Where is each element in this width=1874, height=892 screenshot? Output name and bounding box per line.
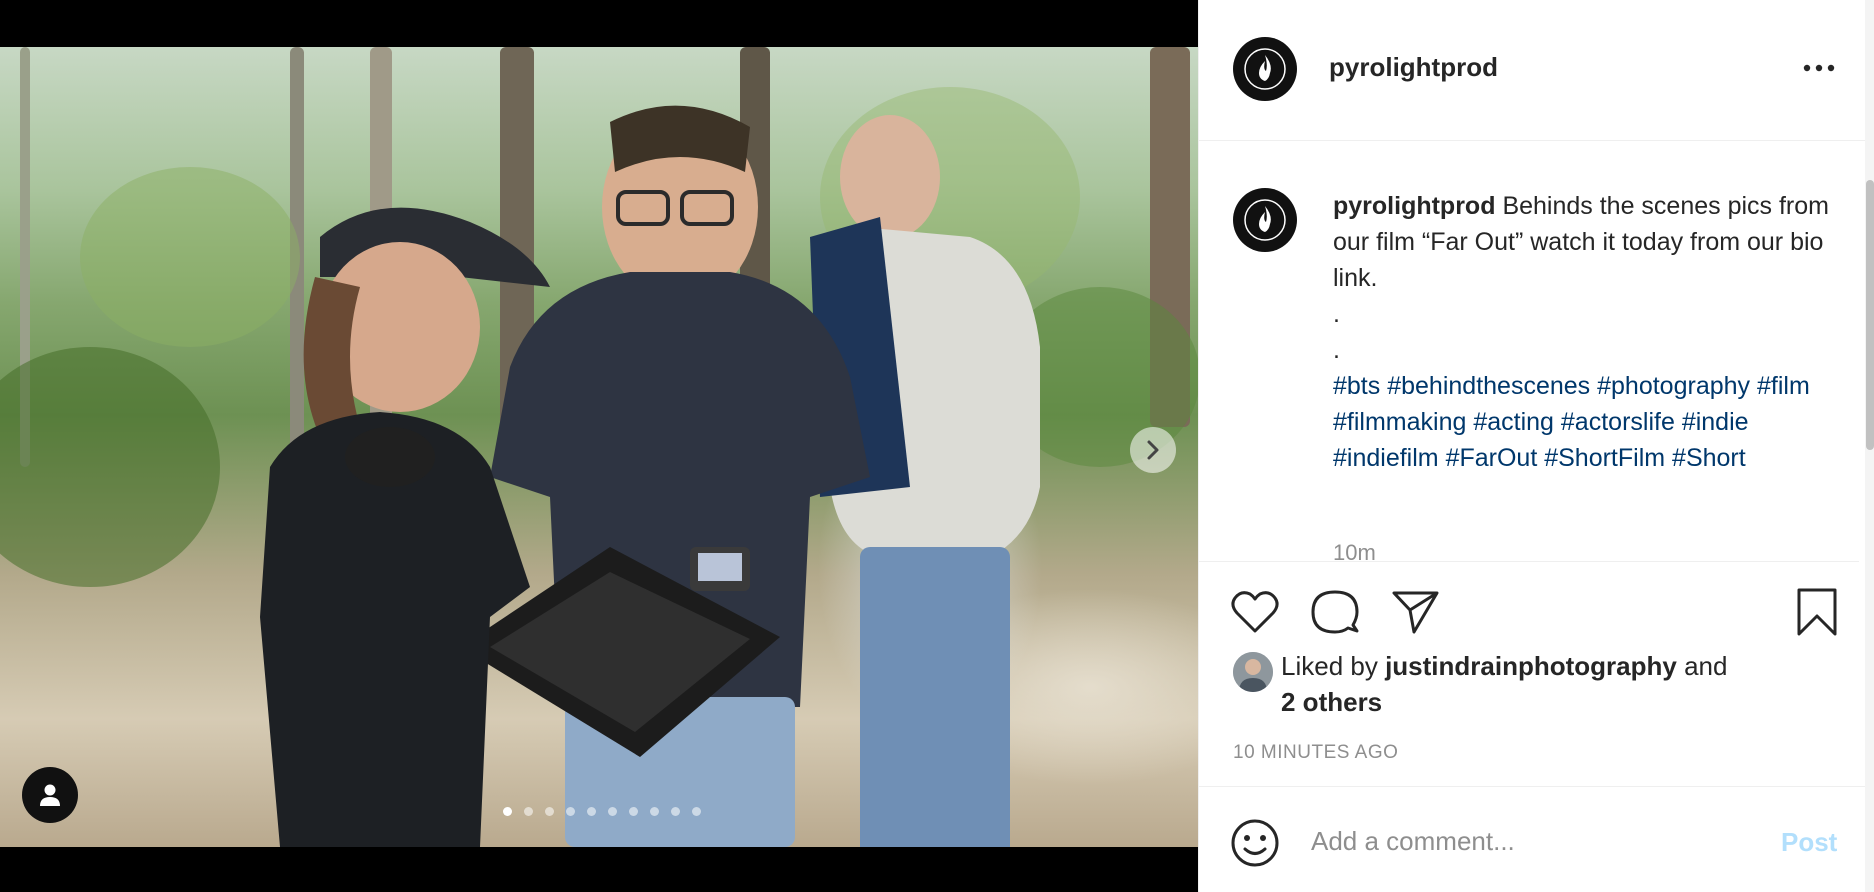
caption-text: pyrolightprod Behinds the scenes pics fr… — [1333, 188, 1833, 476]
flame-logo-icon — [1244, 48, 1286, 90]
more-options-button[interactable] — [1799, 52, 1839, 84]
carousel-dot — [671, 807, 680, 816]
caption-spacer-dot: . — [1333, 336, 1340, 364]
hashtag-link[interactable]: #indiefilm — [1333, 444, 1439, 472]
hashtag-link[interactable]: #indie — [1682, 408, 1749, 436]
hashtag-link[interactable]: #acting — [1473, 408, 1554, 436]
caption-avatar[interactable] — [1233, 188, 1297, 252]
save-button[interactable] — [1791, 586, 1843, 638]
hashtag-link[interactable]: #filmmaking — [1333, 408, 1466, 436]
carousel-dot — [608, 807, 617, 816]
caption-spacer-dot: . — [1333, 300, 1340, 328]
comment-icon — [1311, 590, 1359, 634]
likes-text: Liked by justindrainphotography and 2 ot… — [1281, 648, 1841, 720]
carousel-dot — [545, 807, 554, 816]
liker-avatar[interactable] — [1233, 652, 1273, 692]
caption-username[interactable]: pyrolightprod — [1333, 192, 1495, 220]
comment-form: Post — [1199, 786, 1865, 892]
hashtag-link[interactable]: #actorslife — [1561, 408, 1675, 436]
hashtag-link[interactable]: #FarOut — [1446, 444, 1538, 472]
hashtag-link[interactable]: #bts — [1333, 372, 1380, 400]
comment-input[interactable] — [1311, 819, 1751, 863]
likes-conjunction: and — [1684, 651, 1728, 681]
emoji-button[interactable] — [1229, 817, 1281, 869]
caption-section: pyrolightprod Behinds the scenes pics fr… — [1199, 142, 1859, 562]
chevron-right-icon — [1147, 440, 1159, 460]
carousel-dot — [524, 807, 533, 816]
hashtag-link[interactable]: #Short — [1672, 444, 1746, 472]
bookmark-icon — [1797, 588, 1837, 636]
carousel-dot — [629, 807, 638, 816]
liker-photo — [1233, 652, 1273, 692]
share-button[interactable] — [1389, 586, 1441, 638]
hashtag-link[interactable]: #behindthescenes — [1387, 372, 1590, 400]
more-horizontal-icon — [1803, 64, 1835, 72]
person-figure — [260, 207, 550, 847]
hashtag-link[interactable]: #photography — [1597, 372, 1750, 400]
carousel-indicator — [503, 807, 701, 816]
header-username[interactable]: pyrolightprod — [1329, 52, 1498, 83]
likes-others-link[interactable]: 2 others — [1281, 687, 1382, 717]
like-button[interactable] — [1229, 586, 1281, 638]
comment-button[interactable] — [1309, 586, 1361, 638]
carousel-dot — [503, 807, 512, 816]
post-actions — [1199, 580, 1859, 640]
carousel-dot — [587, 807, 596, 816]
hashtag-list: #bts #behindthescenes #photography #film… — [1333, 368, 1833, 476]
carousel-dot — [650, 807, 659, 816]
carousel-dot — [692, 807, 701, 816]
person-icon — [40, 784, 60, 806]
send-icon — [1392, 591, 1439, 634]
heart-icon — [1231, 591, 1279, 633]
post-time-ago[interactable]: 10 MINUTES AGO — [1233, 742, 1398, 764]
hashtag-link[interactable]: #ShortFilm — [1544, 444, 1665, 472]
carousel-dot — [566, 807, 575, 816]
smiley-icon — [1231, 819, 1279, 867]
foliage — [0, 347, 220, 587]
post-photo — [0, 47, 1198, 847]
account-avatar[interactable] — [1233, 37, 1297, 101]
post-media — [0, 0, 1198, 892]
flame-logo-icon — [1244, 199, 1286, 241]
post-details-panel: pyrolightprod pyrolightprod Behinds the … — [1198, 0, 1874, 892]
likes-prefix: Liked by — [1281, 651, 1378, 681]
carousel-next-button[interactable] — [1130, 427, 1176, 473]
scrollbar-thumb[interactable] — [1866, 180, 1874, 450]
caption-body: pyrolightprod Behinds the scenes pics fr… — [1333, 188, 1833, 296]
hashtag-link[interactable]: #film — [1757, 372, 1810, 400]
post-modal: pyrolightprod pyrolightprod Behinds the … — [0, 0, 1874, 892]
caption-timestamp: 10m — [1333, 540, 1376, 562]
post-comment-button[interactable]: Post — [1781, 827, 1837, 858]
liker-username[interactable]: justindrainphotography — [1385, 651, 1677, 681]
user-tags-button[interactable] — [22, 767, 78, 823]
post-header: pyrolightprod — [1199, 0, 1874, 141]
